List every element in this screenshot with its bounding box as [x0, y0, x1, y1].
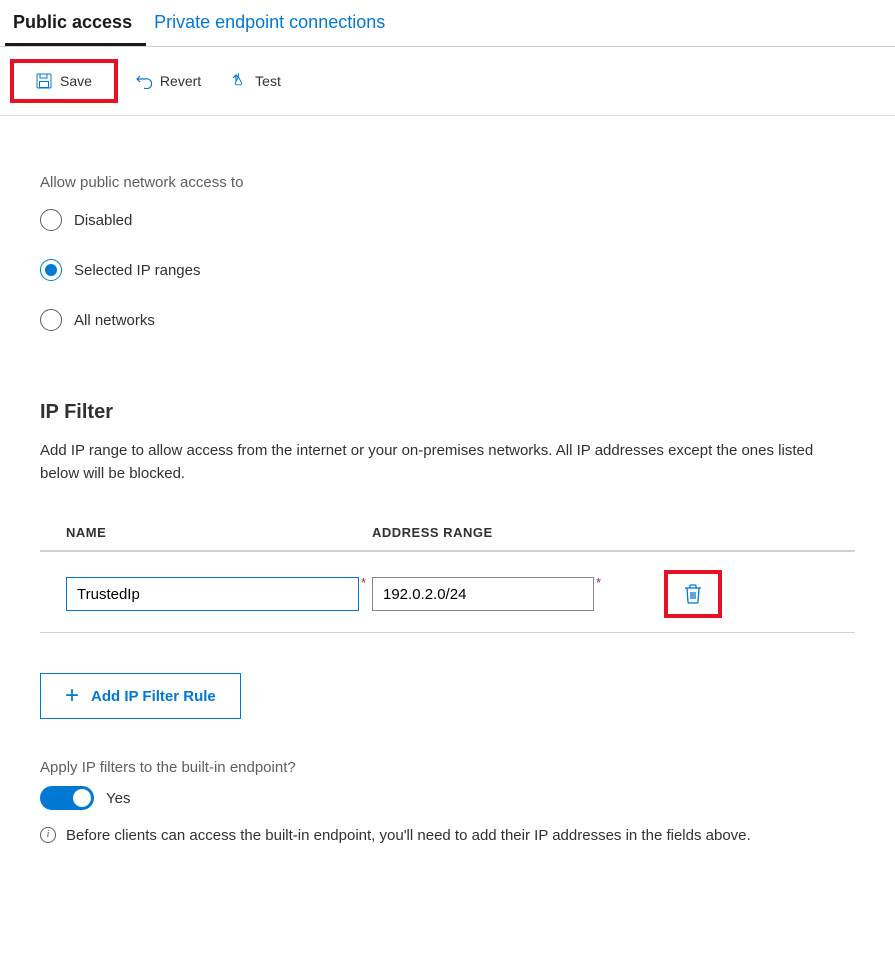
save-highlight: Save	[10, 59, 118, 103]
ip-filter-heading: IP Filter	[40, 401, 855, 424]
undo-icon	[136, 73, 152, 89]
revert-label: Revert	[160, 73, 201, 89]
info-note: i Before clients can access the built-in…	[40, 824, 855, 867]
beaker-check-icon	[231, 73, 247, 89]
test-label: Test	[255, 73, 281, 89]
radio-all-networks[interactable]: All networks	[40, 309, 855, 331]
col-name-header: NAME	[40, 525, 372, 540]
radio-icon	[40, 259, 62, 281]
save-icon	[36, 73, 52, 89]
required-indicator: *	[361, 575, 366, 590]
rule-addr-input[interactable]	[372, 577, 594, 611]
toggle-value: Yes	[106, 790, 130, 807]
tabs-bar: Public access Private endpoint connectio…	[0, 0, 895, 47]
toolbar: Save Revert Test	[0, 47, 895, 116]
save-label: Save	[60, 73, 92, 89]
col-addr-header: ADDRESS RANGE	[372, 525, 652, 540]
radio-selected-ip[interactable]: Selected IP ranges	[40, 259, 855, 281]
delete-highlight	[664, 570, 722, 618]
toggle-knob	[73, 789, 91, 807]
ip-filter-description: Add IP range to allow access from the in…	[40, 440, 855, 485]
access-heading: Allow public network access to	[40, 174, 855, 191]
save-button[interactable]: Save	[24, 67, 104, 95]
info-icon: i	[40, 827, 56, 843]
test-button[interactable]: Test	[219, 67, 293, 95]
add-ip-rule-button[interactable]: + Add IP Filter Rule	[40, 673, 241, 719]
apply-filters-label: Apply IP filters to the built-in endpoin…	[40, 759, 855, 776]
rule-name-input[interactable]	[66, 577, 359, 611]
radio-disabled-label: Disabled	[74, 212, 132, 229]
access-radio-group: Disabled Selected IP ranges All networks	[40, 209, 855, 331]
revert-button[interactable]: Revert	[124, 67, 213, 95]
tab-public-access[interactable]: Public access	[5, 0, 146, 46]
table-row: * *	[40, 552, 855, 633]
radio-all-label: All networks	[74, 312, 155, 329]
tab-private-endpoint[interactable]: Private endpoint connections	[146, 0, 399, 46]
delete-rule-button[interactable]	[682, 582, 704, 606]
apply-toggle-row: Yes	[40, 786, 855, 810]
info-text: Before clients can access the built-in e…	[66, 824, 751, 847]
ip-table-header: NAME ADDRESS RANGE	[40, 525, 855, 552]
required-indicator: *	[596, 575, 601, 590]
trash-icon	[684, 584, 702, 604]
radio-disabled[interactable]: Disabled	[40, 209, 855, 231]
plus-icon: +	[65, 684, 79, 708]
radio-icon	[40, 309, 62, 331]
apply-filters-toggle[interactable]	[40, 786, 94, 810]
radio-icon	[40, 209, 62, 231]
radio-selected-label: Selected IP ranges	[74, 262, 200, 279]
add-rule-label: Add IP Filter Rule	[91, 688, 216, 705]
